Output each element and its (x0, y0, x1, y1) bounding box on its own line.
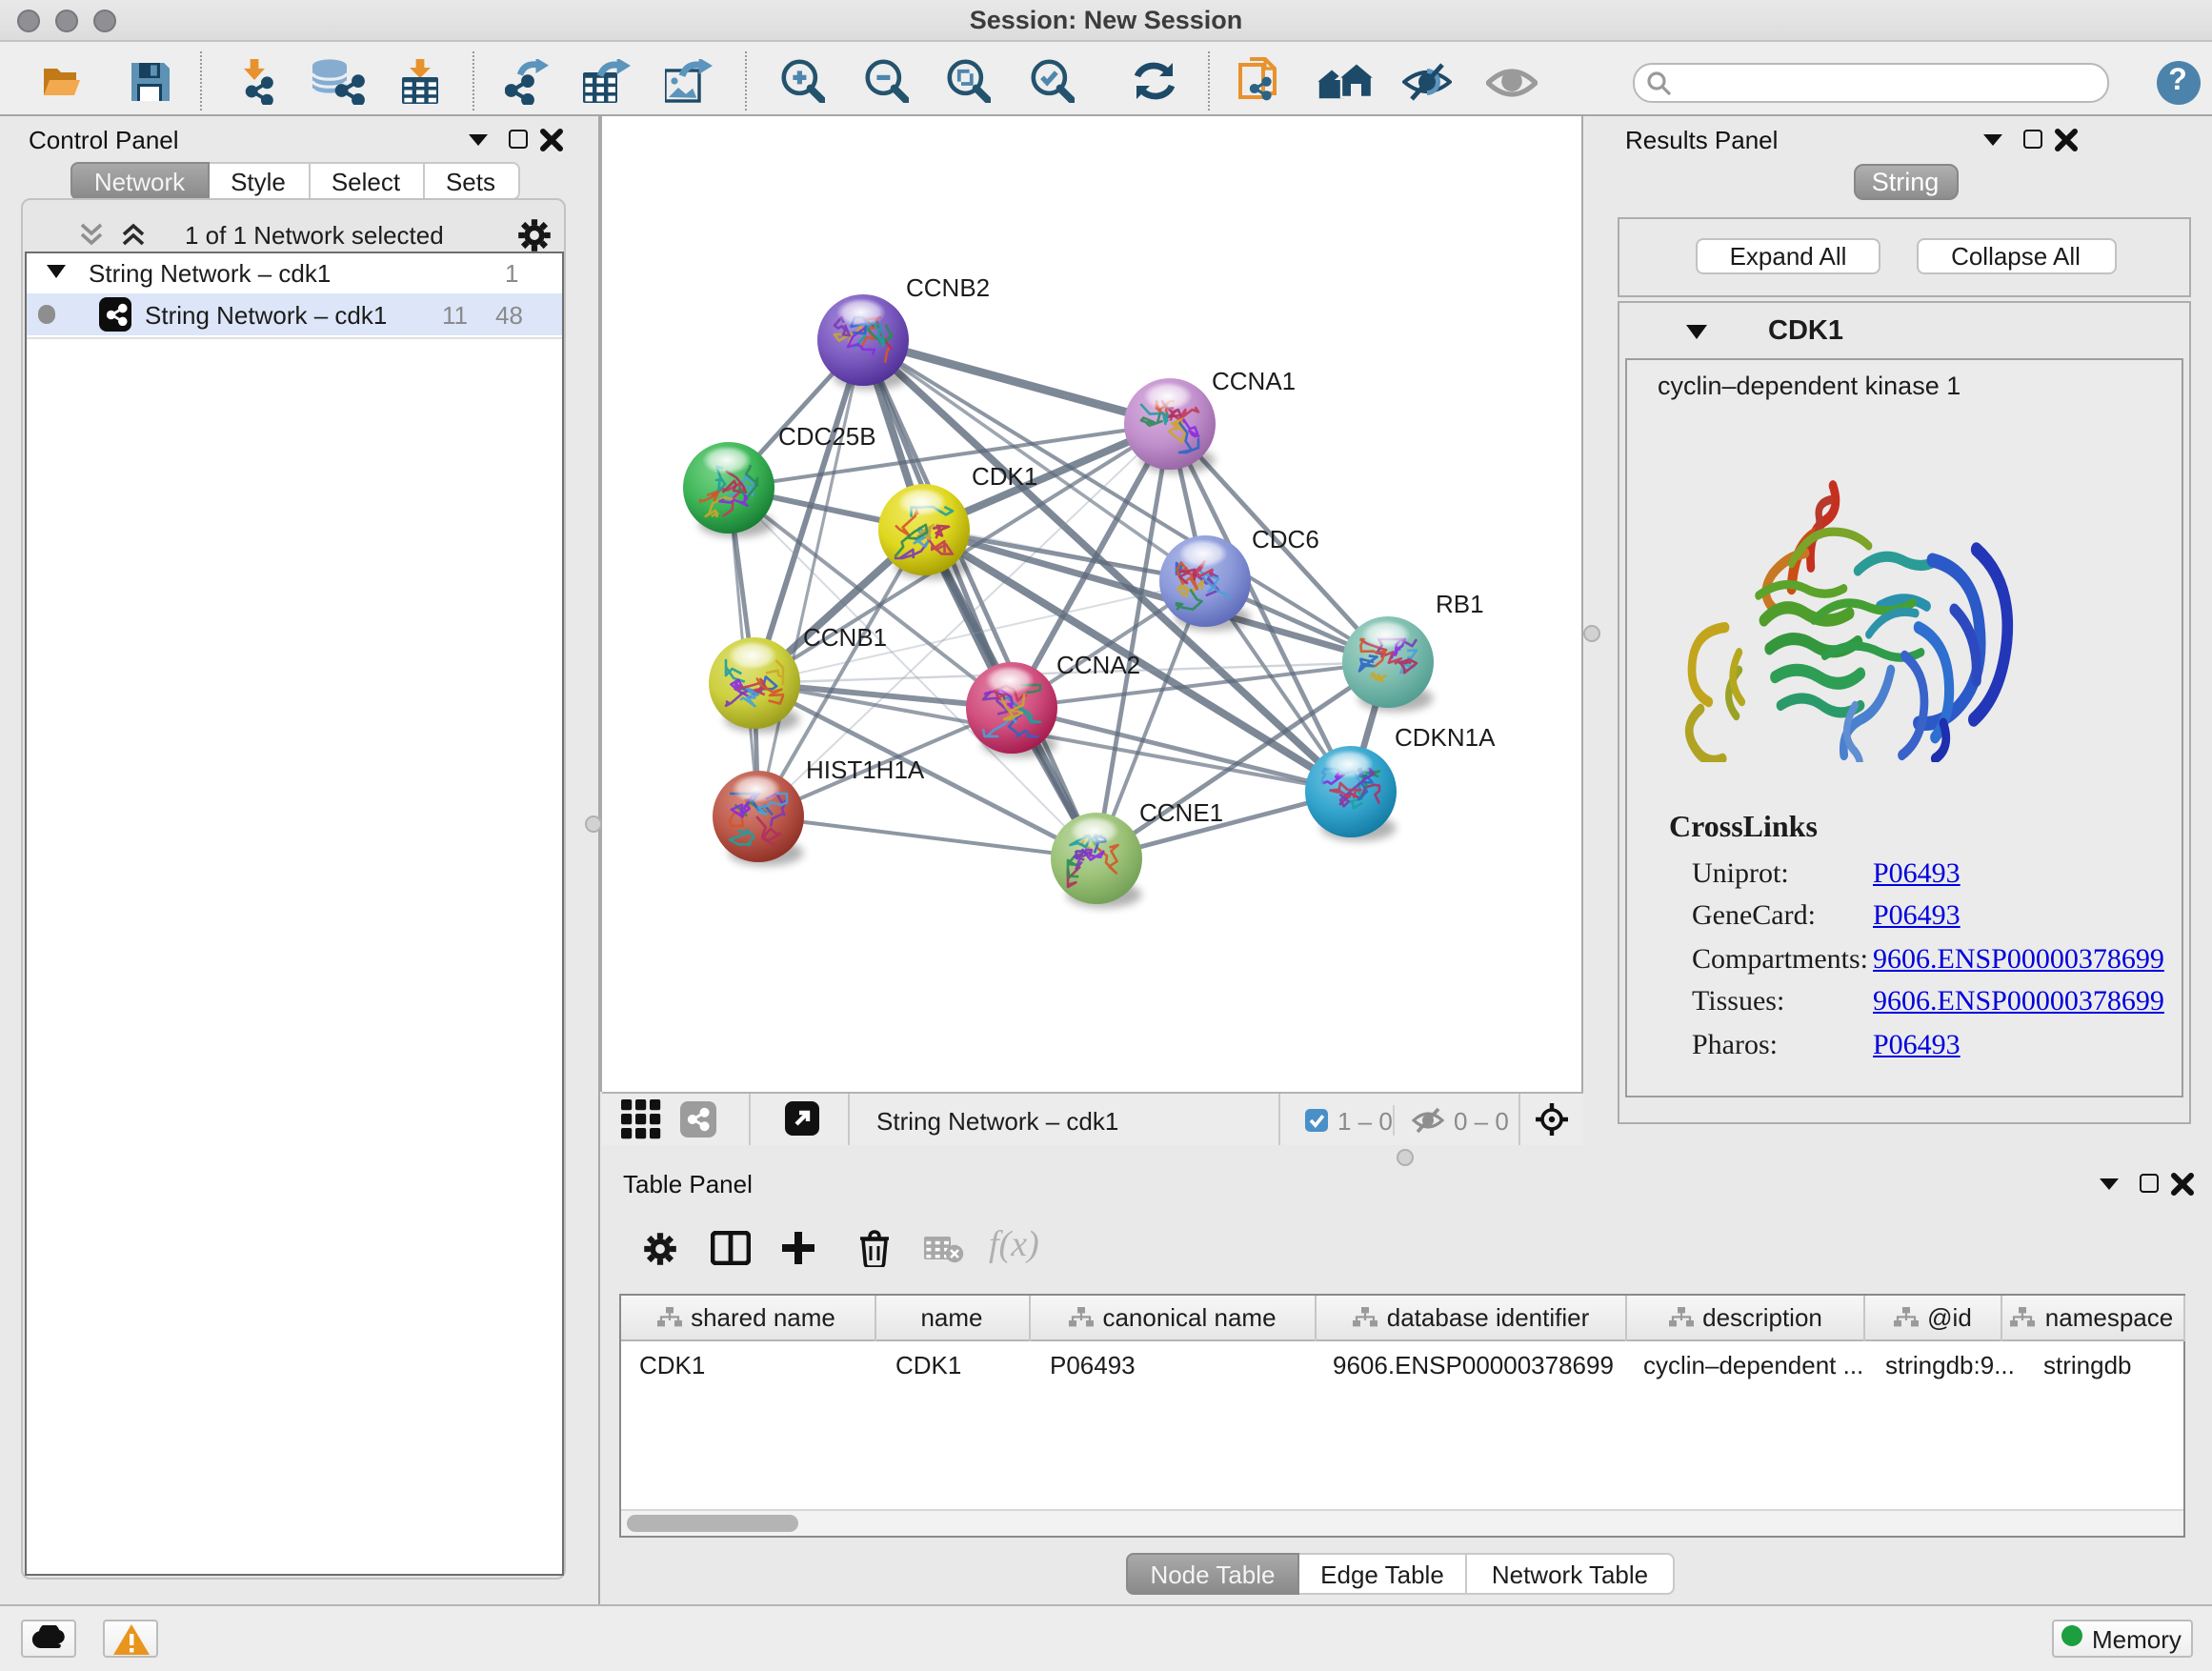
svg-text:CDC25B: CDC25B (778, 422, 876, 451)
svg-text:CCNA1: CCNA1 (1212, 367, 1296, 395)
svg-text:CDKN1A: CDKN1A (1395, 723, 1496, 752)
svg-text:HIST1H1A: HIST1H1A (806, 755, 925, 784)
svg-text:RB1: RB1 (1436, 590, 1484, 618)
svg-text:CCNA2: CCNA2 (1056, 651, 1140, 679)
svg-text:CDK1: CDK1 (972, 462, 1037, 491)
svg-text:CDC6: CDC6 (1252, 525, 1319, 554)
svg-text:CCNE1: CCNE1 (1139, 798, 1223, 827)
svg-text:CCNB1: CCNB1 (803, 623, 887, 652)
svg-text:CCNB2: CCNB2 (906, 273, 990, 302)
